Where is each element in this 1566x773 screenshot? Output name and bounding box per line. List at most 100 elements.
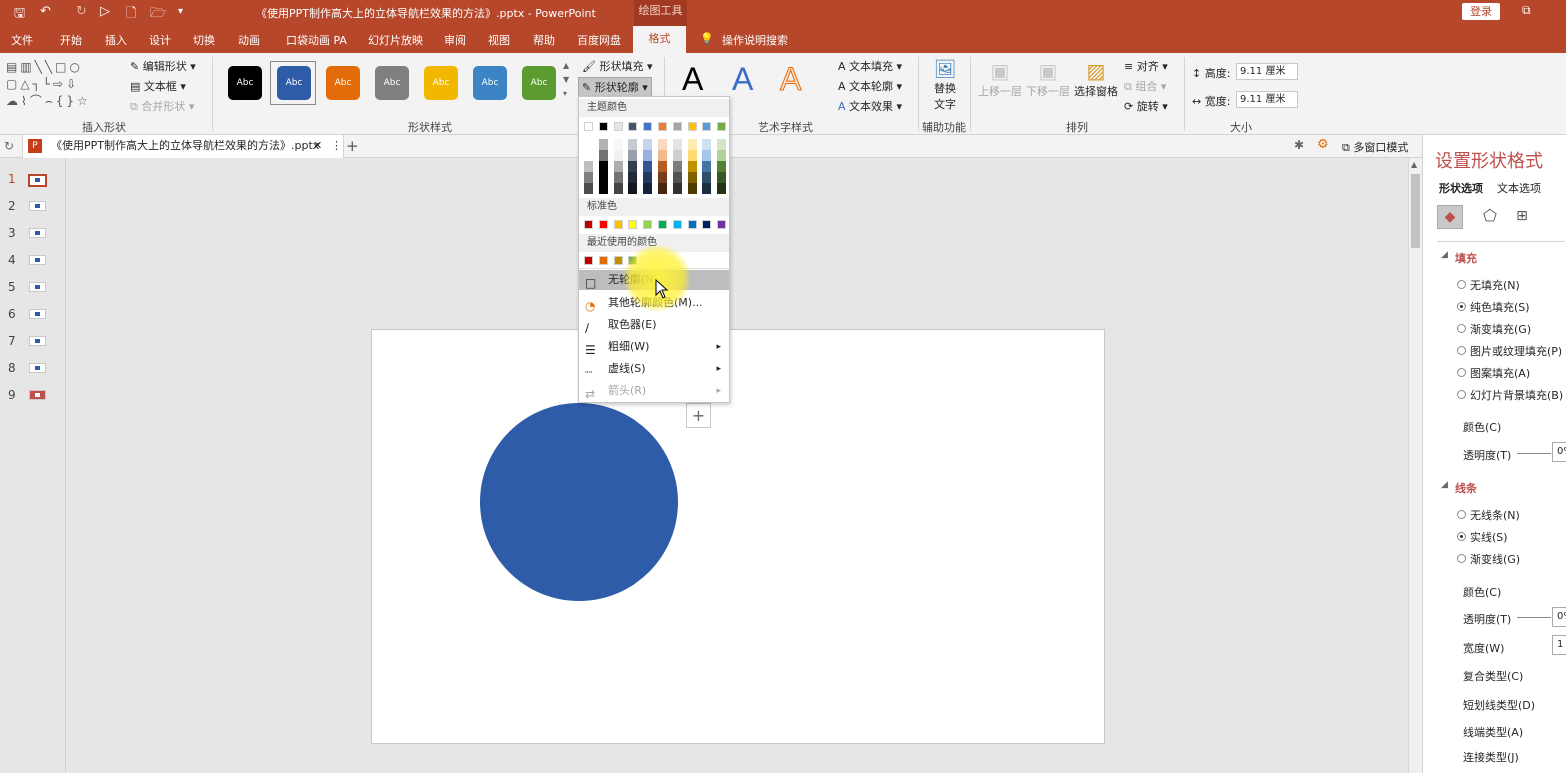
- radio-button[interactable]: [1457, 532, 1466, 541]
- theme-color-swatch[interactable]: [702, 161, 712, 172]
- standard-color-swatch[interactable]: [643, 220, 653, 229]
- fill-transparency-input[interactable]: 0%: [1552, 442, 1566, 462]
- slide-thumbnail[interactable]: [29, 363, 46, 373]
- theme-color-swatch[interactable]: [658, 150, 667, 161]
- document-tab[interactable]: P 《使用PPT制作高大上的立体导航栏效果的方法》.pptx ✕ ⋮: [22, 135, 344, 158]
- standard-color-swatch[interactable]: [628, 220, 638, 229]
- theme-color-swatch[interactable]: [643, 172, 653, 183]
- radio-label[interactable]: 图片或纹理填充(P): [1470, 343, 1562, 359]
- add-element-icon[interactable]: +: [686, 403, 711, 428]
- tab-help[interactable]: 帮助: [533, 32, 555, 48]
- theme-color-swatch[interactable]: [702, 139, 712, 150]
- effects-pentagon-icon[interactable]: ⬠: [1477, 205, 1503, 229]
- fill-line-icon[interactable]: ◆: [1437, 205, 1463, 229]
- multi-window-button[interactable]: ⧉ 多窗口模式: [1342, 139, 1408, 155]
- line-transparency-input[interactable]: 0%: [1552, 607, 1566, 627]
- theme-color-swatch[interactable]: [702, 122, 712, 131]
- theme-color-swatch[interactable]: [598, 161, 608, 172]
- theme-color-swatch[interactable]: [717, 150, 727, 161]
- slide-thumbnail[interactable]: [29, 255, 46, 265]
- present-icon[interactable]: ▷: [100, 4, 110, 19]
- theme-color-swatch[interactable]: [658, 183, 667, 194]
- tab-review[interactable]: 审阅: [444, 32, 466, 48]
- shape-style-preset[interactable]: Abc: [522, 66, 556, 100]
- selected-circle-shape[interactable]: [480, 403, 678, 601]
- theme-color-swatch[interactable]: [717, 161, 727, 172]
- radio-label[interactable]: 纯色填充(S): [1470, 299, 1530, 315]
- recent-color-swatch[interactable]: [598, 256, 608, 265]
- compound-type-dropdown[interactable]: 复合类型(C): [1463, 668, 1523, 684]
- theme-color-swatch[interactable]: [598, 139, 608, 150]
- theme-color-swatch[interactable]: [628, 122, 638, 131]
- standard-color-swatch[interactable]: [687, 220, 697, 229]
- theme-color-swatch[interactable]: [628, 161, 638, 172]
- theme-color-swatch[interactable]: [672, 122, 682, 131]
- slide-thumbnail[interactable]: [29, 309, 46, 319]
- theme-color-swatch[interactable]: [584, 150, 593, 161]
- wordart-blue[interactable]: A: [732, 61, 753, 98]
- tab-slideshow[interactable]: 幻灯片放映: [368, 32, 423, 48]
- scrollbar-thumb[interactable]: [1411, 174, 1420, 248]
- theme-color-swatch[interactable]: [598, 150, 608, 161]
- outline-menu-item[interactable]: ┈ 虚线(S) ▸: [579, 359, 729, 379]
- radio-label[interactable]: 渐变填充(G): [1470, 321, 1531, 337]
- theme-color-swatch[interactable]: [687, 172, 697, 183]
- tab-baidu-netdisk[interactable]: 百度网盘: [577, 32, 621, 48]
- theme-color-swatch[interactable]: [613, 150, 623, 161]
- theme-color-swatch[interactable]: [598, 172, 608, 183]
- theme-color-swatch[interactable]: [717, 172, 727, 183]
- vertical-scrollbar[interactable]: ▲: [1408, 158, 1422, 773]
- radio-label[interactable]: 无线条(N): [1470, 507, 1520, 523]
- wordart-orange[interactable]: A: [779, 61, 801, 98]
- theme-color-swatch[interactable]: [672, 161, 682, 172]
- bring-forward-button[interactable]: ▣ 上移一层: [978, 59, 1022, 99]
- theme-color-swatch[interactable]: [717, 122, 727, 131]
- theme-color-swatch[interactable]: [643, 183, 653, 194]
- tab-design[interactable]: 设计: [149, 32, 171, 48]
- standard-color-swatch[interactable]: [672, 220, 682, 229]
- tab-transitions[interactable]: 切换: [193, 32, 215, 48]
- radio-label[interactable]: 无填充(N): [1470, 277, 1520, 293]
- standard-color-swatch[interactable]: [702, 220, 712, 229]
- theme-color-swatch[interactable]: [672, 139, 682, 150]
- theme-color-swatch[interactable]: [643, 139, 653, 150]
- theme-color-swatch[interactable]: [628, 139, 638, 150]
- theme-color-swatch[interactable]: [658, 161, 667, 172]
- sync-icon[interactable]: ↻: [4, 139, 14, 153]
- align-button[interactable]: ≡ 对齐 ▾: [1124, 58, 1168, 74]
- standard-color-swatch[interactable]: [717, 220, 727, 229]
- tab-insert[interactable]: 插入: [105, 32, 127, 48]
- theme-color-swatch[interactable]: [702, 183, 712, 194]
- recent-color-swatch[interactable]: [613, 256, 623, 265]
- radio-button[interactable]: [1457, 510, 1466, 519]
- close-tab-button[interactable]: ✕: [313, 135, 322, 157]
- collapse-line-icon[interactable]: ◢: [1441, 480, 1448, 490]
- theme-color-swatch[interactable]: [643, 161, 653, 172]
- theme-color-swatch[interactable]: [658, 139, 667, 150]
- outline-menu-item[interactable]: ⇄ 箭头(R) ▸: [579, 381, 729, 401]
- merge-shapes-button[interactable]: ⧉ 合并形状 ▾: [130, 98, 194, 114]
- theme-color-swatch[interactable]: [702, 172, 712, 183]
- theme-color-swatch[interactable]: [643, 150, 653, 161]
- new-tab-button[interactable]: +: [346, 137, 359, 155]
- radio-button[interactable]: [1457, 554, 1466, 563]
- wordart-black[interactable]: A: [682, 61, 703, 98]
- outline-menu-item[interactable]: ☰ 粗细(W) ▸: [579, 337, 729, 357]
- settings-gear-icon[interactable]: ⚙: [1317, 137, 1329, 152]
- fill-transparency-slider[interactable]: [1517, 453, 1551, 454]
- tab-more-button[interactable]: ⋮: [331, 135, 342, 157]
- collapse-fill-icon[interactable]: ◢: [1441, 250, 1448, 260]
- tab-pocket-animation[interactable]: 口袋动画 PA: [286, 32, 347, 48]
- standard-color-swatch[interactable]: [613, 220, 623, 229]
- radio-label[interactable]: 幻灯片背景填充(B): [1470, 387, 1563, 403]
- save-icon[interactable]: 🖫: [14, 4, 25, 26]
- tab-animations[interactable]: 动画: [238, 32, 260, 48]
- theme-color-swatch[interactable]: [672, 183, 682, 194]
- theme-color-swatch[interactable]: [628, 172, 638, 183]
- theme-color-swatch[interactable]: [687, 139, 697, 150]
- theme-color-swatch[interactable]: [643, 122, 653, 131]
- shape-style-preset[interactable]: Abc: [228, 66, 262, 100]
- width-input[interactable]: 9.11 厘米: [1236, 91, 1298, 108]
- slide-thumbnail[interactable]: [29, 201, 46, 211]
- standard-color-swatch[interactable]: [584, 220, 593, 229]
